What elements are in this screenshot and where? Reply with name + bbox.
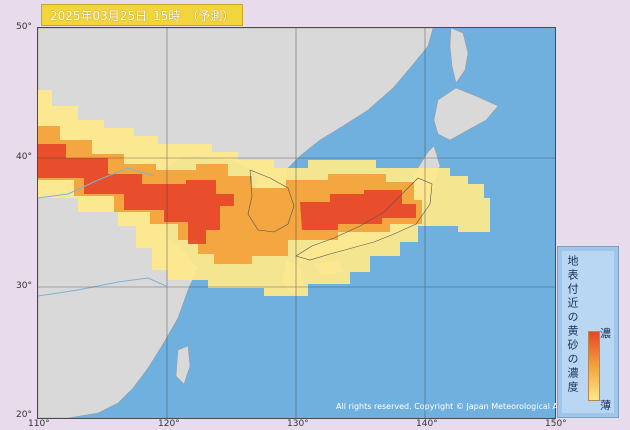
copyright-notice: All rights reserved. Copyright © Japan M…	[336, 402, 583, 411]
map-canvas	[38, 28, 555, 418]
legend-title: 地表付近の黄砂の濃度	[566, 255, 579, 395]
legend-panel: 地表付近の黄砂の濃度 濃 薄	[562, 251, 614, 413]
lat-tick-50: 50°	[16, 22, 32, 32]
lon-tick-140: 140°	[416, 419, 438, 429]
lon-tick-130: 130°	[287, 419, 309, 429]
lat-tick-30: 30°	[16, 281, 32, 291]
dust-forecast-map	[37, 27, 556, 419]
legend-low-label: 薄	[600, 399, 611, 412]
forecast-time: 15時	[153, 8, 181, 23]
lon-tick-150: 150°	[545, 419, 567, 429]
forecast-date: 2025年03月25日	[50, 8, 148, 23]
lon-tick-110: 110°	[28, 419, 50, 429]
lon-tick-120: 120°	[158, 419, 180, 429]
legend-high-label: 濃	[600, 327, 611, 340]
legend-color-scale	[588, 331, 600, 401]
lat-tick-40: 40°	[16, 152, 32, 162]
forecast-mode: （予測）	[186, 8, 235, 23]
forecast-title: 2025年03月25日 15時 （予測）	[41, 4, 244, 26]
concentration-legend: 地表付近の黄砂の濃度 濃 薄	[557, 246, 619, 418]
